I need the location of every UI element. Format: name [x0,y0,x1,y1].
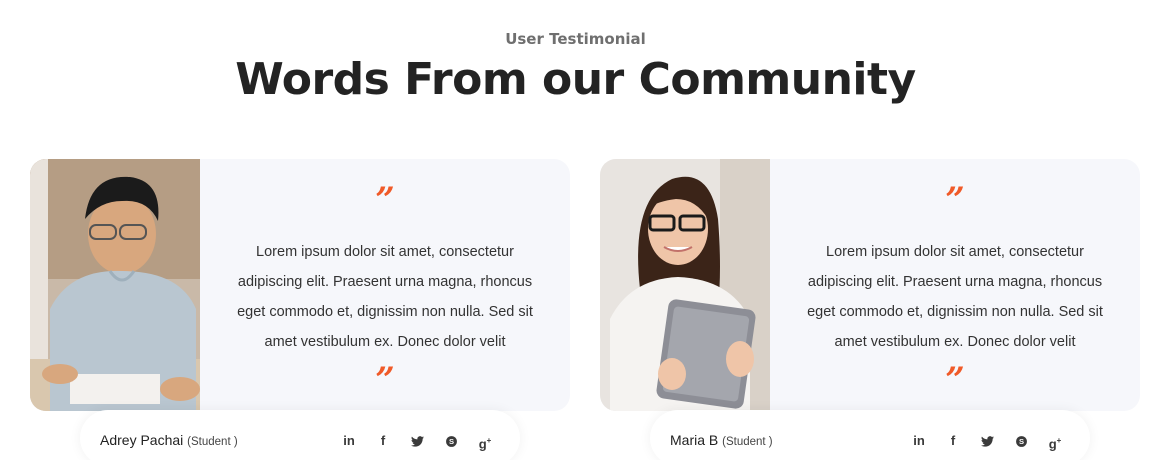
author-name: Adrey Pachai [100,432,184,448]
quote-close-icon: ” [375,360,395,400]
quote-close-icon: ” [945,360,965,400]
linkedin-icon[interactable]: in [332,432,366,450]
linkedin-icon[interactable]: in [902,432,936,450]
google-plus-icon[interactable]: g+ [1038,432,1072,451]
section-eyebrow: User Testimonial [505,30,646,48]
testimonial-text: Lorem ipsum dolor sit amet, consectetur … [807,244,1103,350]
quote-open-icon: ” [375,180,395,220]
testimonial-card: ” Lorem ipsum dolor sit amet, consectetu… [600,159,1140,411]
quote-open-icon: ” [945,180,965,220]
skype-icon[interactable]: S [434,432,468,450]
author-role: (Student ) [722,436,773,448]
student-male-photo [30,159,200,411]
twitter-icon[interactable] [400,432,434,450]
author-name: Maria B [670,432,719,448]
social-links: in f S g+ [332,432,502,451]
testimonial-quote: ” Lorem ipsum dolor sit amet, consectetu… [770,159,1140,411]
svg-text:S: S [1018,437,1023,446]
testimonial-section: User Testimonial Words From our Communit… [0,0,1151,460]
svg-text:S: S [448,437,453,446]
testimonial-text: Lorem ipsum dolor sit amet, consectetur … [237,244,533,350]
author-role: (Student ) [187,436,238,448]
testimonial-author-bar: Adrey Pachai (Student ) in f S g+ [80,410,520,460]
google-plus-icon[interactable]: g+ [468,432,502,451]
testimonial-author-bar: Maria B (Student ) in f S g+ [650,410,1090,460]
twitter-icon[interactable] [970,432,1004,450]
section-heading: Words From our Community [235,54,916,105]
facebook-icon[interactable]: f [936,432,970,450]
testimonial-card: ” Lorem ipsum dolor sit amet, consectetu… [30,159,570,411]
student-female-tablet-photo [600,159,770,411]
skype-icon[interactable]: S [1004,432,1038,450]
testimonial-quote: ” Lorem ipsum dolor sit amet, consectetu… [200,159,570,411]
facebook-icon[interactable]: f [366,432,400,450]
social-links: in f S g+ [902,432,1072,451]
